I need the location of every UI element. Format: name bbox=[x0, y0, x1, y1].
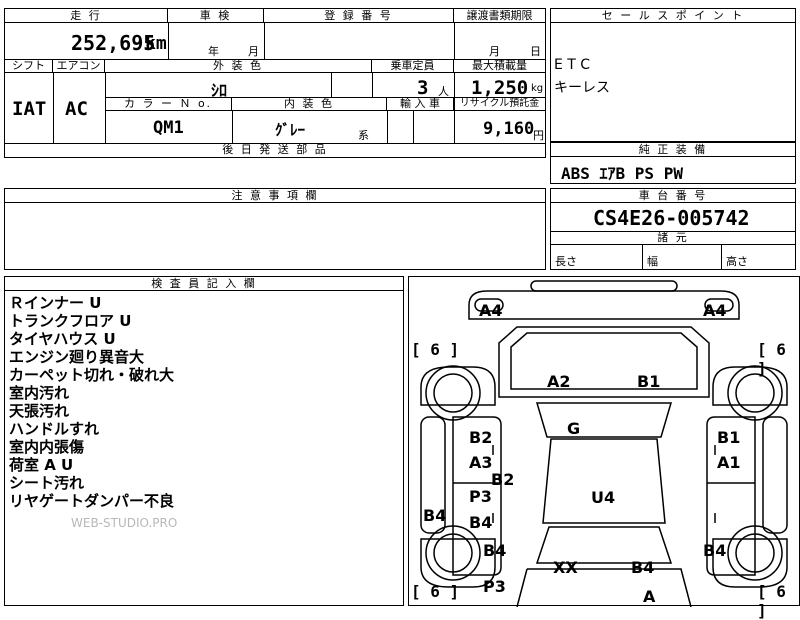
shift-value: IAT bbox=[12, 98, 47, 120]
inspector-line: カーペット切れ・破れ大 bbox=[9, 366, 175, 384]
damage-map-box: [ 6 ] [ 6 ] [ 6 ] [ 6 ] A4 A4 A2 B1 G B2… bbox=[408, 276, 800, 620]
damage-mark-rear-bottom-a: A bbox=[643, 587, 656, 606]
inspector-line: トランクフロア U bbox=[9, 312, 132, 330]
equipment-header: 純 正 装 備 bbox=[551, 143, 795, 157]
car-diagram bbox=[420, 280, 788, 607]
chassis-header: 車 台 番 号 bbox=[551, 189, 795, 203]
exterior-color-header: 外 装 色 bbox=[105, 59, 372, 73]
color-no-header: カ ラ ー Ｎ o. bbox=[105, 97, 232, 111]
transfer-day: 日 bbox=[530, 45, 541, 58]
transfer-month: 月 bbox=[489, 45, 500, 58]
tire-tread-rear-left: [ 6 ] bbox=[411, 582, 460, 601]
height-label: 高さ bbox=[726, 255, 748, 268]
recycle-unit: 円 bbox=[533, 129, 544, 142]
inspector-line: リヤゲートダンパー不良 bbox=[9, 492, 175, 510]
tire-tread-rear-right: [ 6 ] bbox=[757, 582, 786, 620]
damage-mark-left-front-mid: B2 bbox=[491, 470, 515, 489]
dimensions-header: 諸 元 bbox=[551, 231, 795, 245]
sales-point-item: キーレス bbox=[554, 80, 610, 96]
damage-mark-right-front-upper: B1 bbox=[717, 428, 741, 447]
interior-color-header: 内 装 色 bbox=[232, 97, 387, 111]
inspector-line: 室内内張傷 bbox=[9, 438, 85, 456]
max-load-unit: kg bbox=[531, 83, 544, 94]
color-no-value: QM1 bbox=[153, 118, 184, 138]
damage-mark-right-front-lower: A1 bbox=[717, 453, 741, 472]
damage-mark-rear-bottom-left: P3 bbox=[483, 577, 506, 596]
later-parts-header: 後 日 発 送 部 品 bbox=[222, 143, 328, 156]
mileage-unit: km bbox=[145, 33, 167, 54]
inspector-line: Ｒインナー U bbox=[9, 294, 102, 312]
mileage-header: 走 行 bbox=[5, 9, 168, 23]
width-label: 幅 bbox=[647, 255, 658, 268]
recycle-header: リサイクル預託金 bbox=[454, 97, 545, 111]
inspector-notes: Ｒインナー U トランクフロア U タイヤハウス U エンジン廻り異音大 カーペ… bbox=[9, 294, 174, 510]
registration-header: 登 録 番 号 bbox=[264, 9, 454, 23]
inspector-header: 検 査 員 記 入 欄 bbox=[5, 277, 403, 291]
inspection-header: 車 検 bbox=[168, 9, 264, 23]
damage-mark-hood-left: A2 bbox=[547, 372, 571, 391]
inspector-line: エンジン廻り異音大 bbox=[9, 348, 145, 366]
equipment-box: 純 正 装 備 ABS ｴｱB PS PW bbox=[550, 142, 796, 184]
inspector-line: ハンドルすれ bbox=[9, 420, 100, 438]
recycle-value: 9,160 bbox=[483, 119, 535, 139]
equipment-value: ABS ｴｱB PS PW bbox=[561, 164, 683, 183]
sales-point-item: E T C bbox=[554, 57, 591, 73]
sales-points-header: セ ー ル ス ポ イ ン ト bbox=[551, 9, 795, 23]
import-header: 輸 入 車 bbox=[387, 97, 454, 111]
aircon-value: AC bbox=[65, 98, 88, 120]
watermark: WEB-STUDIO.PRO bbox=[71, 516, 178, 530]
notes-box: 注 意 事 項 欄 bbox=[4, 188, 546, 270]
max-load-header: 最大積載量 bbox=[454, 59, 545, 73]
inspector-line: シート汚れ bbox=[9, 474, 85, 492]
capacity-header: 乗車定員 bbox=[372, 59, 454, 73]
inspection-month: 月 bbox=[248, 45, 259, 58]
shift-header: シフト bbox=[5, 59, 53, 73]
damage-mark-left-rear-door-lower: B4 bbox=[469, 513, 493, 532]
length-label: 長さ bbox=[555, 255, 577, 268]
damage-mark-left-front-upper: B2 bbox=[469, 428, 493, 447]
inspector-line: タイヤハウス U bbox=[9, 330, 116, 348]
damage-mark-left-sill: B4 bbox=[423, 506, 447, 525]
damage-mark-left-front-lower: A3 bbox=[469, 453, 493, 472]
damage-mark-roof: U4 bbox=[591, 488, 616, 507]
inspection-year: 年 bbox=[208, 45, 219, 58]
inspector-line: 天張汚れ bbox=[9, 402, 70, 420]
damage-mark-hood-right: B1 bbox=[637, 372, 661, 391]
damage-mark-right-rear-quarter: B4 bbox=[703, 541, 727, 560]
tire-tread-front-right: [ 6 ] bbox=[757, 340, 786, 378]
damage-mark-left-rear-door-upper: P3 bbox=[469, 487, 492, 506]
mileage-value: 252,695 bbox=[71, 31, 156, 55]
damage-mark-front-left-corner: A4 bbox=[479, 301, 503, 320]
vehicle-info-table: 走 行 車 検 登 録 番 号 譲渡書類期限 252,695 km 年 月 月 … bbox=[4, 8, 546, 158]
interior-color-value: ｸﾞﾚｰ bbox=[275, 121, 306, 139]
chassis-number: CS4E26-005742 bbox=[593, 206, 750, 230]
tire-tread-front-left: [ 6 ] bbox=[411, 340, 460, 359]
transfer-deadline-header: 譲渡書類期限 bbox=[454, 9, 545, 23]
damage-mark-windshield: G bbox=[567, 419, 581, 438]
inspector-box: 検 査 員 記 入 欄 Ｒインナー U トランクフロア U タイヤハウス U エ… bbox=[4, 276, 404, 606]
capacity-value: 3 bbox=[417, 77, 429, 99]
inspector-line: 荷室 A U bbox=[9, 456, 74, 474]
damage-mark-rear-right: B4 bbox=[631, 558, 655, 577]
damage-mark-rear-left: XX bbox=[553, 558, 578, 577]
sales-points-box: セ ー ル ス ポ イ ン ト E T C キーレス bbox=[550, 8, 796, 142]
interior-color-suffix: 系 bbox=[358, 129, 369, 142]
inspector-line: 室内汚れ bbox=[9, 384, 70, 402]
chassis-box: 車 台 番 号 CS4E26-005742 諸 元 長さ 幅 高さ bbox=[550, 188, 796, 270]
notes-header: 注 意 事 項 欄 bbox=[5, 189, 545, 203]
damage-mark-front-right-corner: A4 bbox=[703, 301, 727, 320]
max-load-value: 1,250 bbox=[471, 77, 529, 99]
damage-mark-left-rear-quarter: B4 bbox=[483, 541, 507, 560]
aircon-header: エアコン bbox=[53, 59, 105, 73]
